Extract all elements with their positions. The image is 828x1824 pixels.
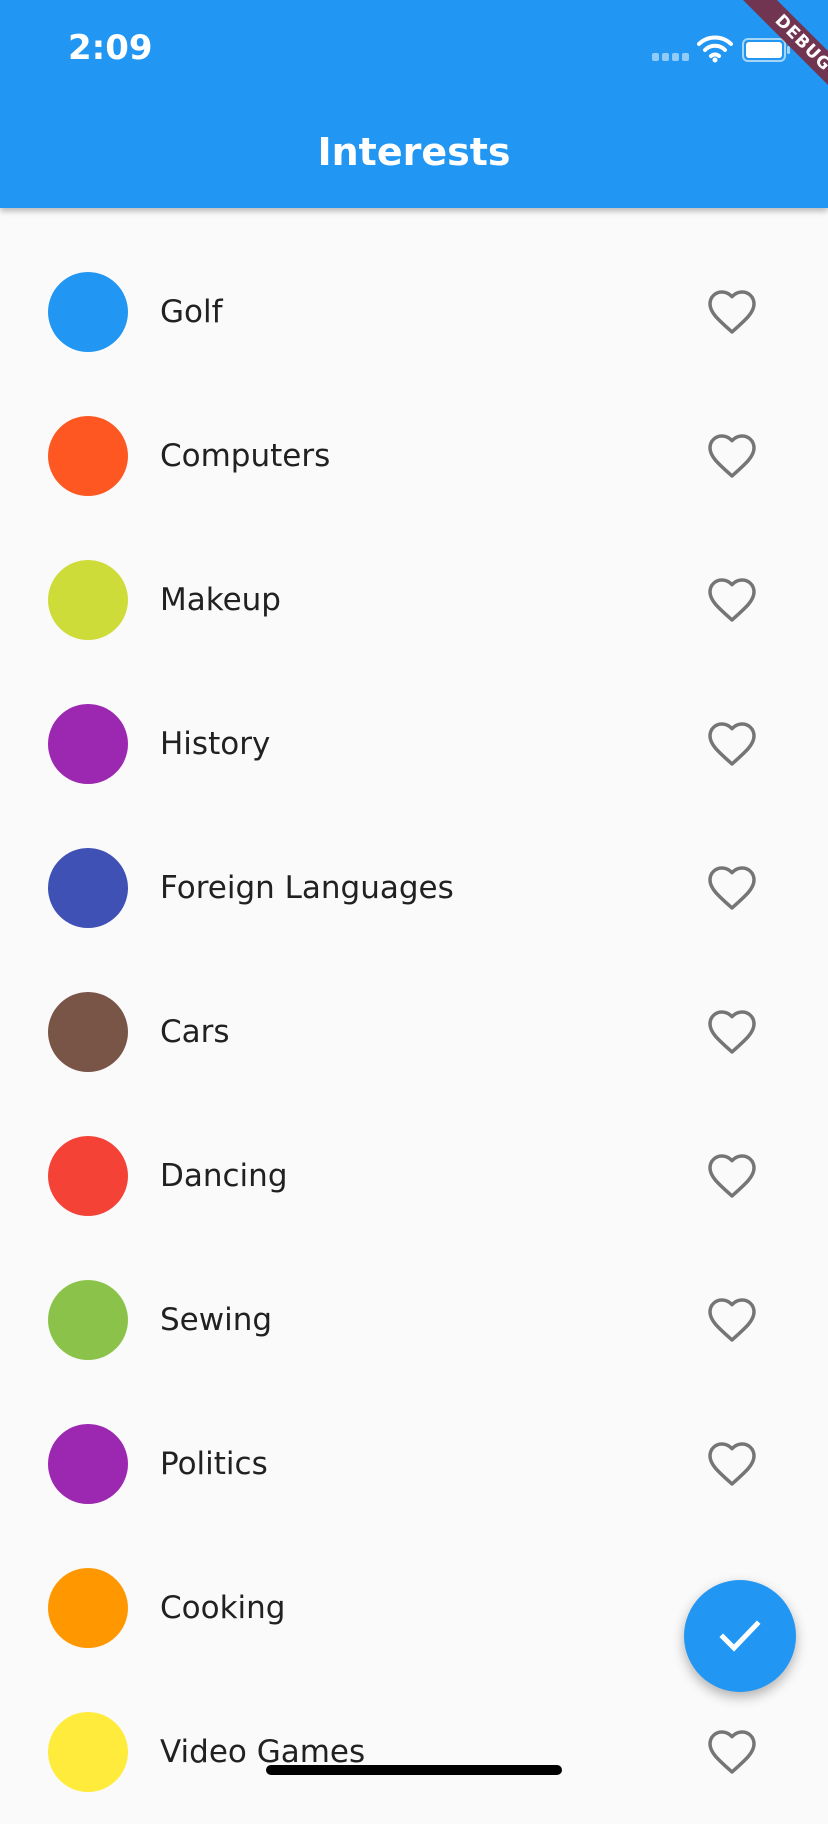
avatar [48,704,128,784]
heart-outline-icon[interactable] [708,1442,756,1486]
avatar [48,1280,128,1360]
avatar [48,1712,128,1792]
interest-label: Foreign Languages [160,870,454,906]
heart-outline-icon[interactable] [708,1154,756,1198]
list-item[interactable]: Sewing [0,1248,828,1392]
avatar [48,1568,128,1648]
interest-label: Sewing [160,1302,273,1338]
avatar [48,848,128,928]
interest-label: Computers [160,438,331,474]
list-item[interactable]: Cars [0,960,828,1104]
list-item[interactable]: Computers [0,384,828,528]
avatar [48,1424,128,1504]
avatar [48,560,128,640]
heart-outline-icon[interactable] [708,434,756,478]
list-item[interactable]: Video Games [0,1680,828,1824]
list-item[interactable]: Makeup [0,528,828,672]
list-item[interactable]: Golf [0,240,828,384]
list-item[interactable]: History [0,672,828,816]
heart-outline-icon[interactable] [708,1010,756,1054]
interest-label: Politics [160,1446,268,1482]
heart-outline-icon[interactable] [708,722,756,766]
confirm-fab-button[interactable] [684,1580,796,1692]
avatar [48,272,128,352]
interest-list[interactable]: Golf Computers Makeup History Foreign Langua… [0,208,828,1792]
interest-label: History [160,726,271,762]
heart-outline-icon[interactable] [708,1298,756,1342]
avatar [48,416,128,496]
app-bar: 2:09 Interests [0,0,828,208]
interest-label: Golf [160,294,223,330]
cellular-signal-icon [652,53,690,61]
heart-outline-icon[interactable] [708,1730,756,1774]
heart-outline-icon[interactable] [708,290,756,334]
avatar [48,992,128,1072]
debug-banner-label: DEBUG [734,0,828,112]
heart-outline-icon[interactable] [708,866,756,910]
interest-label: Cars [160,1014,230,1050]
check-icon [719,1620,761,1652]
debug-banner: DEBUG [710,0,828,118]
list-item[interactable]: Dancing [0,1104,828,1248]
home-indicator[interactable] [266,1765,562,1775]
interest-label: Dancing [160,1158,288,1194]
avatar [48,1136,128,1216]
list-item[interactable]: Politics [0,1392,828,1536]
status-bar-time: 2:09 [68,28,153,68]
heart-outline-icon[interactable] [708,578,756,622]
interest-label: Makeup [160,582,281,618]
interest-label: Cooking [160,1590,286,1626]
page-title: Interests [317,130,511,174]
list-item[interactable]: Foreign Languages [0,816,828,960]
